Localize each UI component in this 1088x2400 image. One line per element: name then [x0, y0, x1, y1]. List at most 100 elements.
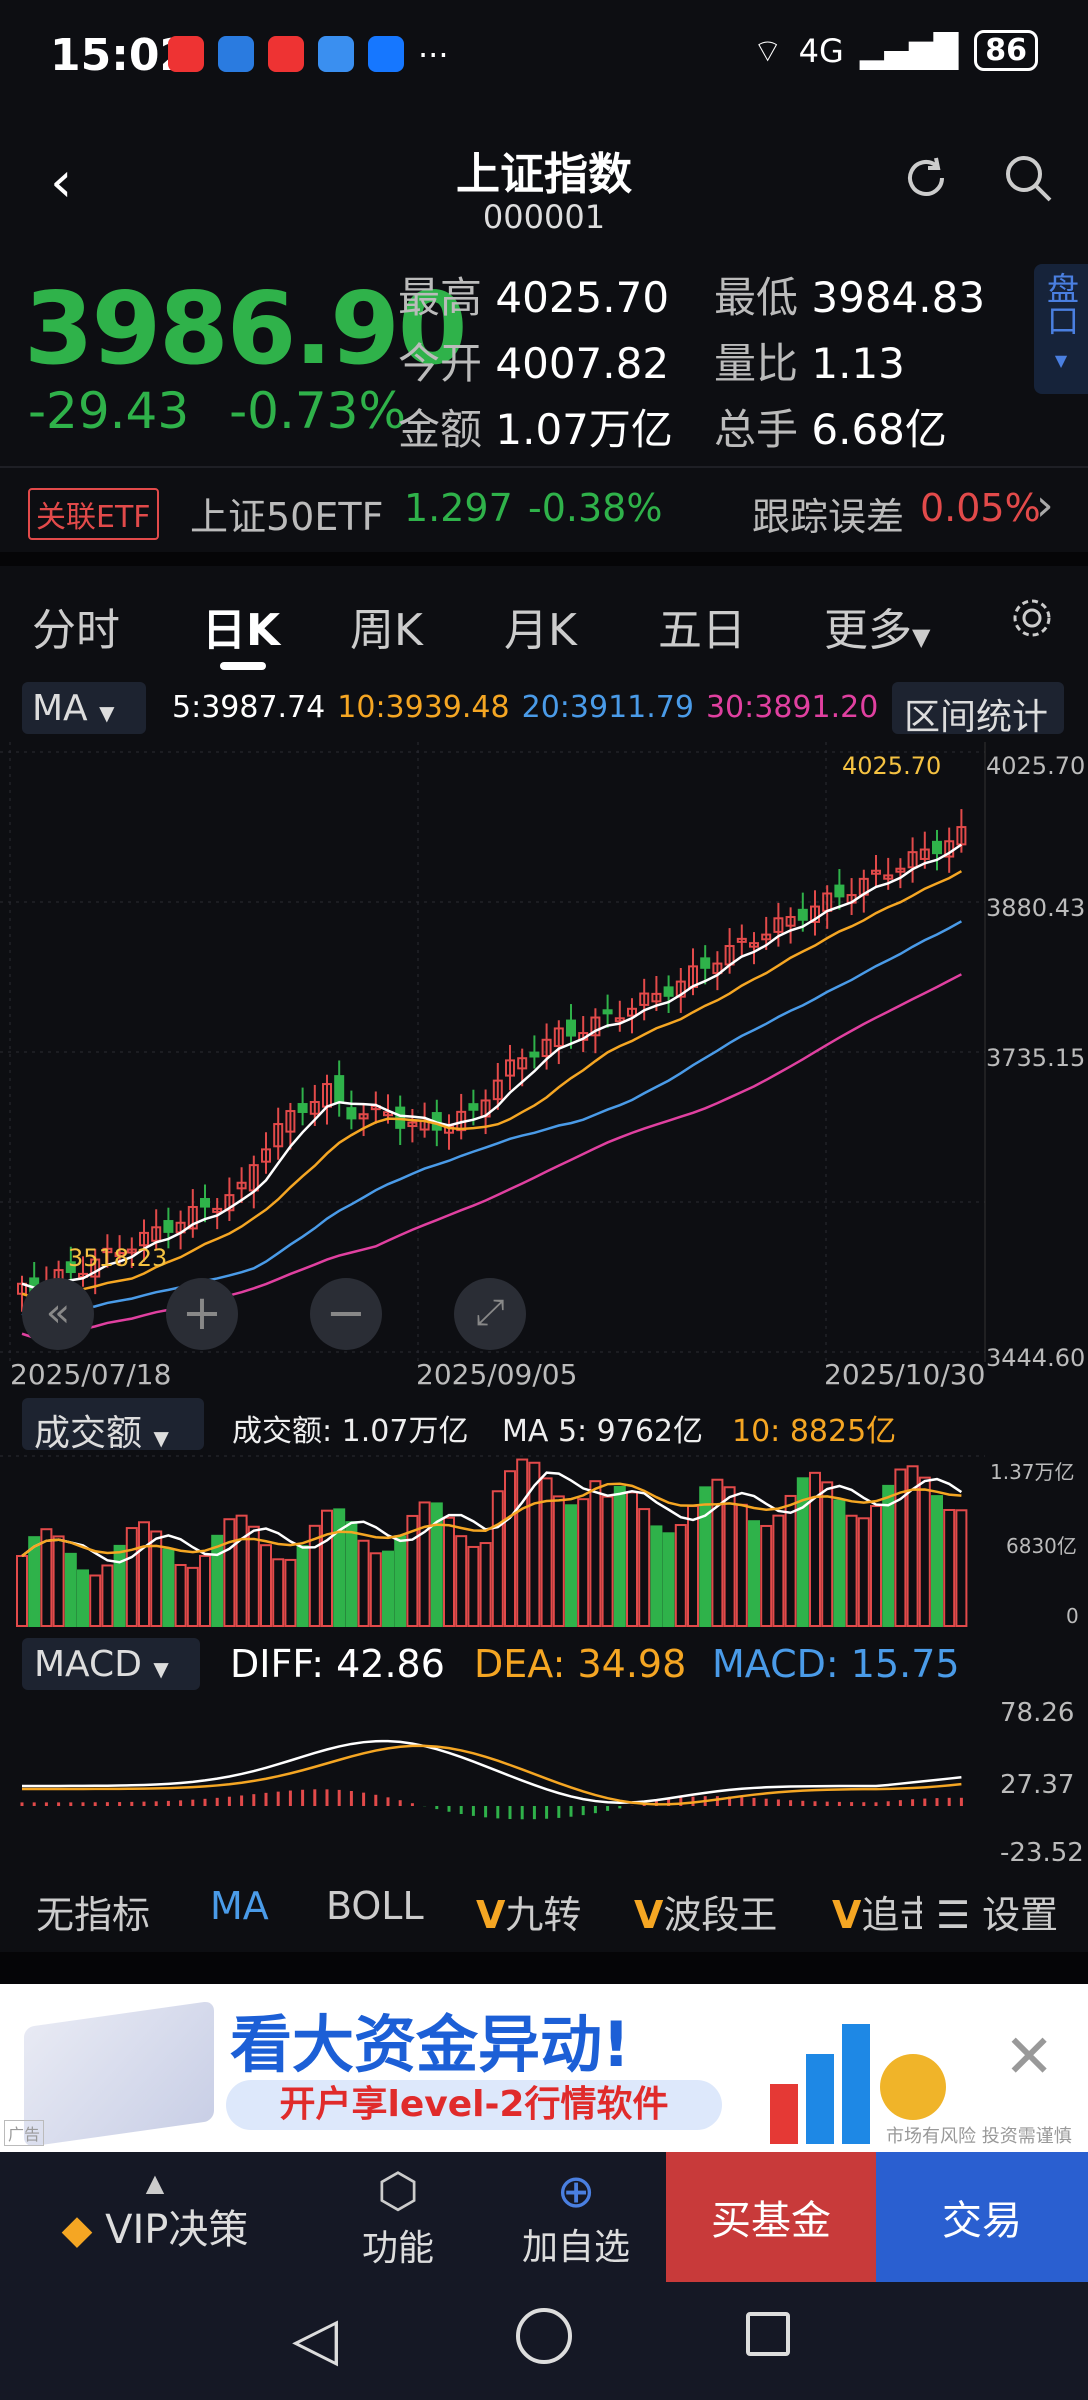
refresh-icon[interactable]	[898, 150, 954, 206]
page-header: ‹ 上证指数 000001	[0, 110, 1088, 240]
function-label: 功能	[361, 2228, 434, 2269]
caret-down-icon: ▼	[1054, 351, 1068, 370]
caret-down-icon: ▼	[912, 623, 931, 651]
zoom-out-button[interactable]: −	[310, 1278, 382, 1350]
tab-monthly-k[interactable]: 月K	[504, 594, 577, 658]
indicator-boduanwang[interactable]: V波段王	[634, 1884, 777, 1939]
volume-bar	[845, 1514, 858, 1627]
ad-risk-note: 市场有风险 投资需谨慎	[886, 2126, 1072, 2147]
hands-stat: 总手 6.68亿	[714, 396, 947, 457]
fullscreen-button[interactable]: ⤢	[454, 1278, 526, 1350]
candle	[334, 1075, 345, 1104]
indicator-boll[interactable]: BOLL	[326, 1884, 424, 1928]
zoom-in-button[interactable]: +	[166, 1278, 238, 1350]
tab-more[interactable]: 更多▼	[824, 594, 930, 658]
volume-bar	[125, 1527, 138, 1627]
volume-bar	[394, 1535, 407, 1627]
volume-bar	[857, 1517, 870, 1627]
volume-bar	[943, 1508, 956, 1627]
ma-selector[interactable]: MA ▼	[22, 682, 146, 734]
wifi-icon: ⌔	[752, 31, 783, 70]
minus-icon: −	[325, 1285, 367, 1341]
candle	[834, 884, 845, 898]
v-badge-icon: V	[832, 1893, 862, 1937]
status-bar: 15:02 ··· ⌔ 4G ▂▄▆█ 86	[0, 0, 1088, 110]
volume-bar	[723, 1486, 736, 1627]
volume-bar	[369, 1552, 382, 1627]
system-nav-bar: ◁	[0, 2282, 1088, 2400]
y-tick-low: 3444.60	[986, 1344, 1086, 1372]
indicator-none[interactable]: 无指标	[36, 1884, 150, 1939]
candle	[932, 840, 942, 855]
vip-decision-button[interactable]: ▲ ◆ VIP决策	[0, 2152, 310, 2282]
volume-bar	[418, 1501, 431, 1627]
range-stats-button[interactable]: 区间统计	[892, 682, 1064, 738]
home-icon[interactable]	[516, 2308, 572, 2364]
ma30-value: 30:3891.20	[705, 690, 879, 725]
volume-ma10: 10: 8825亿	[732, 1414, 897, 1449]
volume-bar	[199, 1554, 211, 1627]
indicator-zhuiji-label: 追击	[861, 1893, 922, 1937]
recents-icon[interactable]	[746, 2312, 790, 2356]
volume-bar	[89, 1574, 102, 1627]
volume-bar	[321, 1509, 333, 1627]
scroll-left-button[interactable]: «	[22, 1278, 94, 1350]
volume-bar	[479, 1542, 492, 1627]
function-button[interactable]: ⬡ 功能	[310, 2152, 486, 2282]
volratio-label: 量比	[714, 339, 799, 388]
volume-bar	[174, 1563, 187, 1627]
ad-banner[interactable]: 看大资金异动! 开户享level-2行情软件 ✕ 市场有风险 投资需谨慎 广告	[0, 1984, 1088, 2152]
indicator-jiuzhuan[interactable]: V九转	[476, 1884, 581, 1939]
volume-bar	[601, 1495, 614, 1627]
volume-bar	[77, 1569, 89, 1627]
tab-weekly-k[interactable]: 周K	[350, 594, 423, 658]
indicator-ma[interactable]: MA	[210, 1884, 269, 1928]
volume-selector[interactable]: 成交额 ▼	[22, 1398, 204, 1454]
volume-bar	[504, 1470, 516, 1627]
ma10-line	[21, 870, 963, 1299]
candle	[602, 1009, 613, 1015]
candle	[297, 1103, 308, 1113]
volratio-stat: 量比 1.13	[714, 330, 905, 391]
vip-label: VIP决策	[105, 2207, 249, 2253]
tab-intraday[interactable]: 分时	[32, 594, 120, 658]
change-value: -29.43	[28, 382, 190, 440]
volume-bar	[101, 1564, 114, 1627]
add-watchlist-button[interactable]: ⊕ 加自选	[486, 2152, 666, 2282]
diamond-icon: ◆	[61, 2207, 93, 2253]
indicator-settings[interactable]: ☰ 设置	[932, 1884, 1059, 1939]
indicator-bar: 无指标 MA BOLL V九转 V波段王 V追击 ☰ 设置	[0, 1862, 1088, 1952]
amount-stat: 金额 1.07万亿	[398, 396, 673, 457]
buy-fund-button[interactable]: 买基金	[666, 2152, 876, 2282]
candlestick-chart[interactable]	[0, 742, 1088, 1394]
volume-bar	[443, 1516, 455, 1627]
plus-circle-icon: ⊕	[556, 2164, 596, 2218]
volume-bar	[760, 1524, 773, 1627]
high-stat: 最高 4025.70	[398, 264, 669, 325]
search-icon[interactable]	[1000, 150, 1056, 206]
volume-bar	[211, 1534, 224, 1627]
macd-tick: 78.26	[1000, 1698, 1075, 1728]
candle	[529, 1051, 540, 1058]
related-etf-bar[interactable]: 关联ETF 上证50ETF 1.297 -0.38% 跟踪误差 0.05% ›	[0, 466, 1088, 552]
tab-daily-k[interactable]: 日K	[202, 594, 280, 658]
macd-tick: 27.37	[1000, 1770, 1075, 1800]
trade-button[interactable]: 交易	[876, 2152, 1088, 2282]
etf-pct: -0.38%	[528, 486, 663, 530]
status-right: ⌔ 4G ▂▄▆█ 86	[753, 30, 1038, 71]
dea-line	[21, 1744, 962, 1806]
macd-selector-label: MACD	[34, 1644, 142, 1685]
tab-five-day[interactable]: 五日	[658, 594, 746, 658]
gear-icon[interactable]	[1010, 596, 1054, 640]
volume-bar	[748, 1520, 760, 1627]
pankou-button[interactable]: 盘口 ▼	[1034, 264, 1088, 394]
back-nav-icon[interactable]: ◁	[292, 2304, 338, 2374]
indicator-zhuiji[interactable]: V追击	[832, 1884, 922, 1939]
volume-ma5: MA 5: 9762亿	[502, 1414, 704, 1449]
candle	[468, 1103, 479, 1111]
y-tick: 3735.15	[986, 1044, 1086, 1072]
volume-bar	[186, 1566, 199, 1627]
volume-bar	[357, 1539, 370, 1627]
macd-selector[interactable]: MACD ▼	[22, 1638, 200, 1690]
close-icon[interactable]: ✕	[1004, 2022, 1054, 2092]
